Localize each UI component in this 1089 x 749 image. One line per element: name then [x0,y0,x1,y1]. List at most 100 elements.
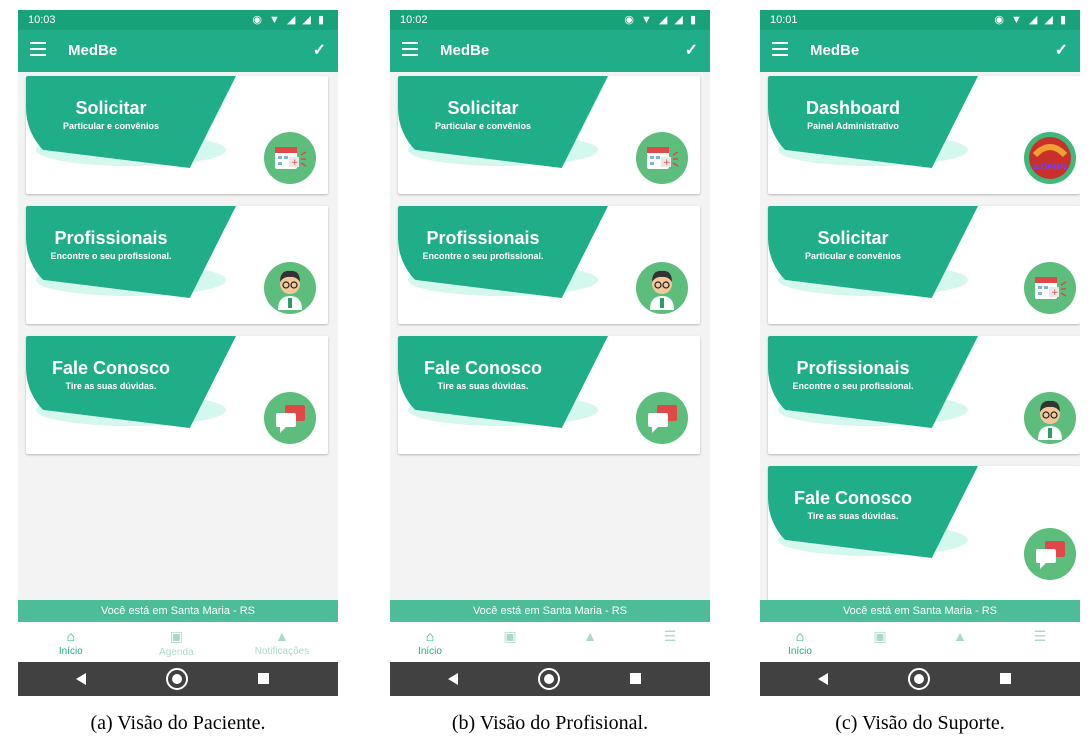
list-icon: ☰ [1033,628,1047,644]
status-time: 10:03 [28,14,56,26]
status-time: 10:01 [770,14,798,26]
card-subtitle: Tire as suas dúvidas. [437,381,529,391]
card-title: Solicitar [817,228,889,248]
card-title: Profissionais [426,228,540,248]
phone-screen-support: 10:01 ◉ ▼ ◢ ◢ ▮ MedBe ✓ Dashboard Painel… [760,10,1080,696]
doctor-avatar-icon [1024,392,1076,444]
nav-notificacoes[interactable]: ▲ [920,622,1000,662]
phone-screen-patient: 10:03 ◉ ▼ ◢ ◢ ▮ MedBe ✓ Solicitar Partic… [18,10,338,696]
doctor-avatar-icon [636,262,688,314]
card-fale-conosco[interactable]: Fale Conosco Tire as suas dúvidas. [26,336,328,454]
card-profissionais[interactable]: Profissionais Encontre o seu profissiona… [26,206,328,324]
card-title: Solicitar [75,98,147,118]
bell-icon: ▲ [583,628,597,644]
list-icon: ☰ [663,628,677,644]
calendar-megaphone-icon: + [636,132,688,184]
nav-label: Início [418,646,442,657]
svg-text:+: + [291,158,299,168]
status-icons: ◉ ▼ ◢ ◢ ▮ [252,14,326,26]
back-icon[interactable] [76,673,86,685]
system-navigation-bar [390,662,710,696]
admin-badge-icon: ADMIN [1024,132,1076,184]
bell-icon: ▲ [275,628,289,644]
card-solicitar[interactable]: Solicitar Particular e convênios + [26,76,328,194]
caption-professional: (b) Visão do Profisional. [451,712,649,734]
app-title: MedBe [440,42,490,59]
card-title: Dashboard [805,98,901,118]
status-bar: 10:01 ◉ ▼ ◢ ◢ ▮ [760,10,1080,30]
card-title: Fale Conosco [423,358,543,378]
card-profissionais[interactable]: Profissionais Encontre o seu profissiona… [768,336,1080,454]
svg-text:+: + [1051,288,1059,298]
nav-agenda[interactable]: ▣ [840,622,920,662]
chat-bubbles-icon [636,392,688,444]
recents-icon[interactable] [1000,673,1011,684]
card-solicitar[interactable]: Solicitar Particular e convênios + [768,206,1080,324]
bottom-navigation: ⌂ Início ▣ Agenda ▲ Notificações [18,622,338,662]
doctor-avatar-icon [264,262,316,314]
bottom-navigation: ⌂ Início ▣ ▲ ☰ [760,622,1080,662]
app-bar: MedBe ✓ [18,30,338,72]
card-subtitle: Particular e convênios [804,251,902,261]
hamburger-menu-icon[interactable] [30,42,46,58]
nav-agenda[interactable]: ▣ Agenda [124,622,230,662]
home-button-icon[interactable] [908,668,930,690]
card-title: Solicitar [447,98,519,118]
hamburger-menu-icon[interactable] [772,42,788,58]
card-fale-conosco[interactable]: Fale Conosco Tire as suas dúvidas. [398,336,700,454]
nav-notificacoes[interactable]: ▲ Notificações [229,622,335,662]
location-bar: Você está em Santa Maria - RS [760,600,1080,622]
caption-support: (c) Visão do Suporte. [835,712,1005,734]
card-subtitle: Particular e convênios [62,121,160,131]
nav-notificacoes[interactable]: ▲ [550,622,630,662]
card-dashboard[interactable]: Dashboard Painel Administrativo ADMIN [768,76,1080,194]
nav-inicio[interactable]: ⌂ Início [760,622,840,662]
location-bar: Você está em Santa Maria - RS [390,600,710,622]
card-list: Dashboard Painel Administrativo ADMIN So… [760,72,1080,600]
nav-inicio[interactable]: ⌂ Início [18,622,124,662]
nav-agenda[interactable]: ▣ [470,622,550,662]
calendar-megaphone-icon: + [264,132,316,184]
caption-patient: (a) Visão do Paciente. [90,712,266,734]
status-icons: ◉ ▼ ◢ ◢ ▮ [624,14,698,26]
nav-label: Início [58,646,83,657]
card-list: Solicitar Particular e convênios + Profi… [390,72,710,600]
recents-icon[interactable] [258,673,269,684]
hamburger-menu-icon[interactable] [402,42,418,58]
app-title: MedBe [810,42,860,59]
card-title: Profissionais [54,228,168,248]
card-subtitle: Tire as suas dúvidas. [65,381,157,391]
check-icon[interactable]: ✓ [685,40,698,60]
status-bar: 10:02 ◉ ▼ ◢ ◢ ▮ [390,10,710,30]
phone-screen-professional: 10:02 ◉ ▼ ◢ ◢ ▮ MedBe ✓ Solicitar Partic… [390,10,710,696]
status-bar: 10:03 ◉ ▼ ◢ ◢ ▮ [18,10,338,30]
chat-bubbles-icon [264,392,316,444]
home-icon: ⌂ [795,628,805,644]
app-bar: MedBe ✓ [390,30,710,72]
svg-text:+: + [663,158,671,168]
card-list: Solicitar Particular e convênios + Profi… [18,72,338,600]
home-button-icon[interactable] [538,668,560,690]
home-button-icon[interactable] [166,668,188,690]
card-subtitle: Tire as suas dúvidas. [807,511,899,521]
nav-label: Início [788,646,812,657]
chat-bubbles-icon [1024,528,1076,580]
nav-list[interactable]: ☰ [630,622,710,662]
card-subtitle: Encontre o seu profissional. [50,251,172,261]
home-icon: ⌂ [66,628,76,644]
nav-inicio[interactable]: ⌂ Início [390,622,470,662]
location-bar: Você está em Santa Maria - RS [18,600,338,622]
check-icon[interactable]: ✓ [1055,40,1068,60]
back-icon[interactable] [448,673,458,685]
app-title: MedBe [68,42,118,59]
admin-badge-label: ADMIN [1033,163,1067,173]
check-icon[interactable]: ✓ [313,40,326,60]
card-fale-conosco[interactable]: Fale Conosco Tire as suas dúvidas. [768,466,1080,600]
recents-icon[interactable] [630,673,641,684]
back-icon[interactable] [818,673,828,685]
card-solicitar[interactable]: Solicitar Particular e convênios + [398,76,700,194]
card-profissionais[interactable]: Profissionais Encontre o seu profissiona… [398,206,700,324]
bell-icon: ▲ [953,628,967,644]
system-navigation-bar [18,662,338,696]
nav-list[interactable]: ☰ [1000,622,1080,662]
